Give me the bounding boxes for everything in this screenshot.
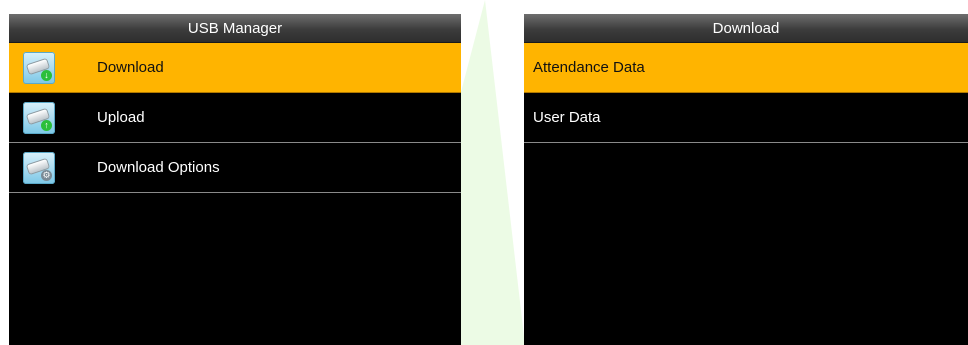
menu-item-download-options[interactable]: ⚙ Download Options <box>9 143 461 193</box>
menu-item-label: Upload <box>97 109 145 126</box>
usb-download-icon: ↓ <box>23 51 55 84</box>
menu-item-upload[interactable]: ↑ Upload <box>9 93 461 143</box>
menu-item-label: User Data <box>533 109 601 126</box>
usb-upload-icon: ↑ <box>23 101 55 134</box>
usb-options-icon: ⚙ <box>23 151 55 184</box>
usb-manager-screen: USB Manager ↓ Download ↑ Upload ⚙ Downlo… <box>9 14 461 345</box>
menu-item-attendance-data[interactable]: Attendance Data <box>524 43 968 93</box>
menu-item-download[interactable]: ↓ Download <box>9 43 461 93</box>
download-screen: Download Attendance Data User Data <box>524 14 968 345</box>
menu-item-label: Download Options <box>97 159 220 176</box>
screen-title: USB Manager <box>9 14 461 43</box>
screen-title: Download <box>524 14 968 43</box>
menu-item-user-data[interactable]: User Data <box>524 93 968 143</box>
menu-item-label: Download <box>97 59 164 76</box>
menu-item-label: Attendance Data <box>533 59 645 76</box>
